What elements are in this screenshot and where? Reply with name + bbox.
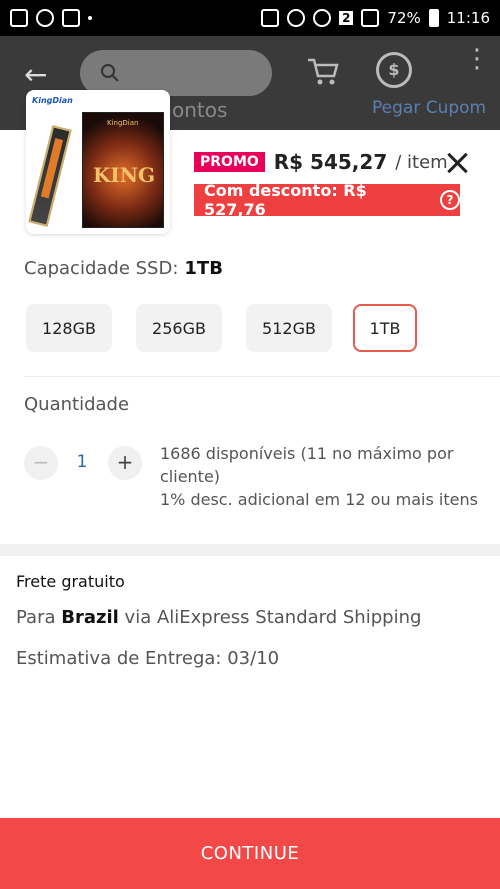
gallery-icon [10,9,28,27]
capacity-option-256gb[interactable]: 256GB [136,304,222,352]
shipping-country: Brazil [61,607,119,628]
back-arrow-icon[interactable]: ← [24,58,47,91]
section-separator [0,544,500,556]
stock-info: 1686 disponíveis (11 no máximo por clien… [160,442,478,511]
notification-icon [62,9,80,27]
product-box-image: KingDian KING [82,112,164,228]
shipping-title[interactable]: Frete gratuito [16,572,125,591]
discount-label: Com desconto: R$ 527,76 [204,181,367,219]
quantity-increase-button[interactable]: + [108,446,142,480]
search-icon [101,64,119,82]
capacity-option-128gb[interactable]: 128GB [26,304,112,352]
close-icon[interactable] [442,148,472,178]
product-thumbnail: KingDian KingDian KING [26,90,170,234]
wifi-icon [313,9,332,27]
battery-percent: 72% [387,9,421,27]
discount-banner[interactable]: Com desconto: R$ 527,76 ? [194,181,460,219]
coupon-link: Pegar Cupom [372,98,487,118]
battery-icon [428,9,439,27]
quantity-label: Quantidade [24,394,130,415]
behind-heading: ontos [172,98,228,122]
cart-icon[interactable] [306,56,340,86]
capacity-label: Capacidade SSD: 1TB [24,258,223,279]
price: R$ 545,27 [273,150,388,174]
alarm-icon [287,9,306,27]
price-row: PROMO R$ 545,27 / item [193,150,448,174]
shipping-method[interactable]: Para Brazil via AliExpress Standard Ship… [16,607,421,628]
dot-icon [88,16,92,20]
promo-badge: PROMO [193,151,266,173]
status-bar: 2 72% 11:16 [0,0,500,36]
signal-icon [361,9,380,27]
more-options-icon[interactable]: ⋮ [464,46,490,72]
capacity-option-512gb[interactable]: 512GB [246,304,332,352]
ssd-stick-image [28,125,72,227]
bulk-discount-note: 1% desc. adicional em 12 ou mais itens [160,490,478,509]
brand-logo: KingDian [32,96,73,105]
quantity-decrease-button[interactable]: − [24,446,58,480]
coins-icon[interactable]: $ [376,52,412,88]
delivery-estimate: Estimativa de Entrega: 03/10 [16,648,280,669]
capacity-option-1tb[interactable]: 1TB [353,304,417,352]
divider [24,376,500,377]
sim-badge: 2 [339,11,354,25]
stock-availability: 1686 disponíveis (11 no máximo por clien… [160,444,454,486]
mute-icon [261,9,280,27]
whatsapp-icon [36,9,54,27]
per-item-label: / item [395,151,448,173]
clock: 11:16 [446,9,490,27]
help-icon[interactable]: ? [440,190,460,210]
quantity-value[interactable]: 1 [70,452,94,472]
continue-button[interactable]: CONTINUE [0,818,500,889]
capacity-selected-value: 1TB [184,258,223,279]
